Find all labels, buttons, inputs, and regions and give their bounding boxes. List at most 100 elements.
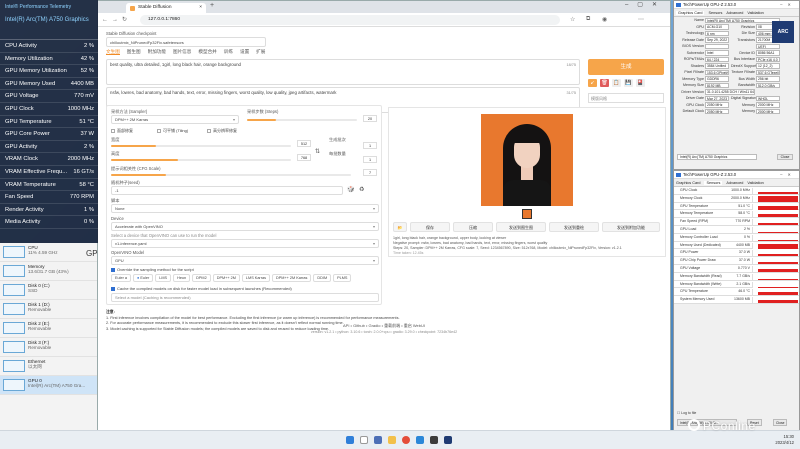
arc-control-icon[interactable]: [444, 436, 452, 444]
openvino-device-select[interactable]: GPU ▾: [111, 256, 379, 265]
sampler-radio[interactable]: LMS: [155, 274, 172, 282]
sampler-radio[interactable]: Heun: [173, 274, 191, 282]
output-action-button[interactable]: 发送到重绘: [549, 222, 599, 232]
tab-7[interactable]: 扩展: [256, 49, 265, 54]
output-action-button[interactable]: 发送到附加功能: [602, 222, 660, 232]
tab-graphics-card[interactable]: Graphics Card: [676, 181, 700, 185]
star-icon[interactable]: ☆: [570, 16, 575, 23]
task-manager-item[interactable]: Ethernet 以太网: [0, 357, 98, 376]
new-tab-icon[interactable]: +: [210, 2, 214, 9]
picture-icon[interactable]: 🎴: [636, 79, 645, 87]
tab-0[interactable]: 文生图: [106, 49, 120, 55]
log-to-file-checkbox[interactable]: ☐ Log to file: [677, 411, 696, 415]
style-select[interactable]: 模版风格: [588, 93, 664, 103]
sampler-radio[interactable]: PLMS: [333, 274, 352, 282]
task-manager-item[interactable]: Disk 1 (D:) Removable: [0, 300, 98, 319]
cache-model-select[interactable]: Select a model (Caching is recommended): [111, 293, 379, 302]
footer-links[interactable]: API • Github • Gradio • 重载前端 • 重启 WebUI: [98, 323, 670, 329]
restore-faces-checkbox[interactable]: 面部修复: [111, 128, 133, 134]
checkpoint-select[interactable]: chilloutmix_NiPrunedFp32Fix.safetensors: [106, 37, 266, 47]
gpuz-tab[interactable]: Validation: [747, 11, 763, 15]
search-icon[interactable]: [360, 436, 368, 444]
height-slider[interactable]: [111, 159, 291, 161]
cache-model-checkbox[interactable]: Cache the compiled models on disk for fa…: [111, 286, 292, 291]
gpuz-tab[interactable]: Sensors: [708, 11, 722, 15]
address-bar[interactable]: 127.0.0.1:7860: [140, 15, 560, 25]
save-style-icon[interactable]: 💾: [624, 79, 633, 87]
width-input[interactable]: 512: [297, 140, 311, 147]
gpuz-gpu-select[interactable]: Intel(R) Arc(TM) A750 Graphics: [677, 154, 757, 160]
tab-2[interactable]: 附加功能: [148, 49, 166, 54]
openvino-model-select[interactable]: v1-inference.yaml ▾: [111, 239, 379, 248]
output-action-button[interactable]: 保存: [410, 222, 450, 232]
window-controls[interactable]: –✕: [780, 171, 796, 179]
close-tab-icon[interactable]: ×: [199, 3, 202, 13]
sampler-radio[interactable]: DPM2: [192, 274, 211, 282]
task-view-icon[interactable]: [374, 436, 382, 444]
output-action-button[interactable]: 压缩: [453, 222, 493, 232]
browser-tab[interactable]: Stable Diffusion ×: [126, 3, 206, 13]
prompt-textarea[interactable]: best quality, ultra detailed, 1girl, lon…: [106, 59, 580, 85]
recycle-icon[interactable]: ♻: [359, 186, 364, 193]
task-manager-item[interactable]: Memory 13.6/31.7 GB (43%): [0, 262, 98, 281]
dice-icon[interactable]: 🎲: [347, 186, 354, 193]
task-manager-item[interactable]: Disk 2 (E:) Removable: [0, 319, 98, 338]
task-manager-item[interactable]: CPU 11% 4.59 GHz: [0, 243, 98, 262]
sampler-radio[interactable]: DPM++ 2M Karras: [271, 274, 312, 282]
output-action-button[interactable]: 📂: [393, 222, 407, 232]
back-icon[interactable]: ←: [102, 17, 112, 23]
tiling-checkbox[interactable]: 可平铺 (Tiling): [157, 128, 188, 134]
sampler-radio[interactable]: DDIM: [313, 274, 332, 282]
tab-advanced[interactable]: Advanced: [726, 181, 743, 185]
steps-input[interactable]: 20: [363, 115, 377, 122]
sampler-select[interactable]: DPM++ 2M Karras ▾: [111, 115, 239, 124]
chrome-icon[interactable]: [402, 436, 410, 444]
profile-icon[interactable]: ◉: [602, 16, 607, 23]
system-tray-clock[interactable]: 15:30 2023/4/12: [775, 434, 794, 446]
tab-6[interactable]: 设置: [240, 49, 249, 54]
terminal-icon[interactable]: [430, 436, 438, 444]
nav-buttons[interactable]: ←→↻: [102, 16, 131, 23]
script-select[interactable]: None ▾: [111, 204, 379, 213]
window-controls[interactable]: –▢✕: [625, 1, 666, 8]
gpuz-tab[interactable]: Graphics Card: [676, 11, 705, 15]
gpuz-tab[interactable]: Advanced: [726, 11, 743, 15]
override-sampler-checkbox[interactable]: Override the sampling method for the scr…: [111, 267, 194, 272]
tab-1[interactable]: 图生图: [127, 49, 141, 54]
reload-icon[interactable]: ↻: [122, 17, 131, 23]
height-input[interactable]: 768: [297, 154, 311, 161]
task-manager-item[interactable]: Disk 3 (F:) Removable: [0, 338, 98, 357]
output-action-button[interactable]: 发送到图生图: [496, 222, 546, 232]
cfg-slider[interactable]: [111, 174, 351, 176]
arrow-icon[interactable]: ↙: [588, 79, 597, 87]
tab-5[interactable]: 训练: [224, 49, 233, 54]
menu-icon[interactable]: ⋯: [638, 16, 644, 23]
start-icon[interactable]: [346, 436, 354, 444]
extensions-icon[interactable]: ⧉: [586, 16, 590, 23]
forward-icon[interactable]: →: [112, 17, 122, 23]
tab-validation[interactable]: Validation: [747, 181, 763, 185]
sensors-close-button[interactable]: Close: [773, 419, 788, 426]
generate-button[interactable]: 生成: [588, 59, 664, 75]
width-slider[interactable]: [111, 145, 291, 147]
clipboard-icon[interactable]: 📋: [612, 79, 621, 87]
image-thumbnail[interactable]: [522, 209, 532, 219]
batch-size-input[interactable]: 1: [363, 156, 377, 163]
task-manager-item[interactable]: GPU 0 Intel(R) Arc(TM) A750 Gra...: [0, 376, 98, 395]
trash-icon[interactable]: 🗑: [600, 79, 609, 87]
task-manager-item[interactable]: Disk 0 (C:) SSD: [0, 281, 98, 300]
sampler-radio[interactable]: LMS Karras: [241, 274, 270, 282]
device-select[interactable]: Accelerate with OpenVINO ▾: [111, 222, 379, 231]
generated-image[interactable]: [481, 114, 573, 206]
sampler-radio[interactable]: Euler a: [111, 274, 132, 282]
edge-icon[interactable]: [416, 436, 424, 444]
steps-slider[interactable]: [247, 119, 357, 121]
tab-3[interactable]: 图片信息: [173, 49, 191, 54]
tab-4[interactable]: 模型合并: [198, 49, 216, 54]
swap-dimensions-icon[interactable]: ⇅: [315, 148, 320, 155]
seed-input[interactable]: -1: [111, 186, 343, 195]
hires-fix-checkbox[interactable]: 高分辨率修复: [207, 128, 237, 134]
batch-count-input[interactable]: 1: [363, 142, 377, 149]
tab-sensors[interactable]: Sensors: [704, 181, 723, 185]
sampler-radio[interactable]: DPM++ 2M: [212, 274, 240, 282]
